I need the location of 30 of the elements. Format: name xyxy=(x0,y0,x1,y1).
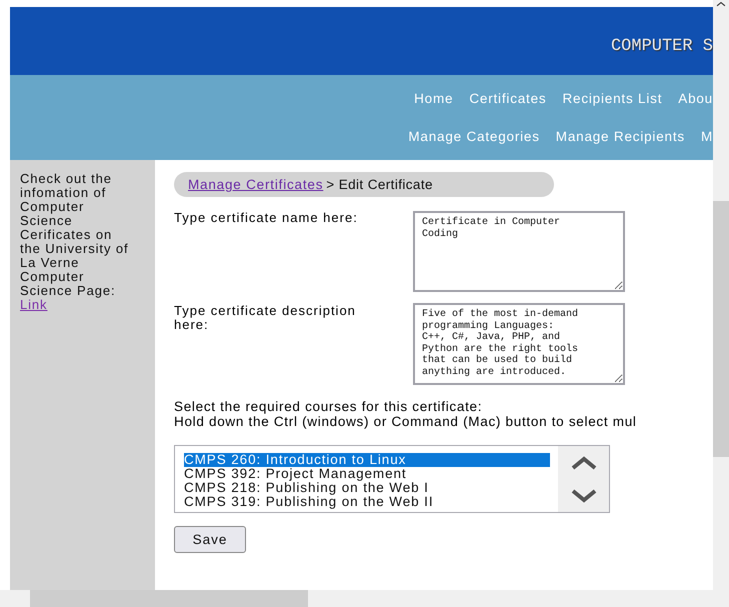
vertical-scrollbar[interactable] xyxy=(713,0,729,590)
scroll-up-icon[interactable] xyxy=(716,0,726,8)
course-list[interactable]: CMPS 260: Introduction to Linux CMPS 392: Project Management CMPS 218: Publishing on the Web I CMPS 319: Publishing on the Web II xyxy=(174,445,610,513)
text-area[interactable]: Certificate in Computer Coding xyxy=(413,211,625,292)
site-title: COMPUTER S xyxy=(610,36,713,56)
nav-link[interactable]: Home xyxy=(414,90,454,106)
nav-link[interactable]: M xyxy=(700,129,713,144)
course-option[interactable]: CMPS 392: Project Management xyxy=(184,467,550,481)
field-label: Type certificate name here: xyxy=(174,211,359,227)
horizontal-scrollbar[interactable] xyxy=(0,590,729,607)
save-button[interactable]: Save xyxy=(174,526,246,553)
sidebar-text: Check out the infomation of Computer Science Cerificates on the University of La Verne Computer Science Page: Link xyxy=(20,172,130,312)
course-option[interactable]: CMPS 319: Publishing on the Web II xyxy=(184,495,550,509)
link[interactable]: Link xyxy=(20,297,48,312)
text-area[interactable]: Five of the most in-demand programming Languages: C++, C#, Java, PHP, and Python are the right tools that can be used to build anything are introduced. xyxy=(413,303,625,385)
nav-link[interactable]: Abou xyxy=(678,90,713,106)
instruction-text: Select the required courses for this certificate: Hold down the Ctrl (windows) or Command (Mac) button to select mul xyxy=(174,399,638,429)
scrollbar-thumb[interactable] xyxy=(30,590,308,607)
scrollbar-thumb[interactable] xyxy=(713,201,729,457)
field-label: Type certificate description here: xyxy=(174,303,357,334)
nav-link[interactable]: Certificates xyxy=(469,90,546,106)
breadcrumb-current: > Edit Certificate xyxy=(326,177,433,192)
nav-link[interactable]: Recipients List xyxy=(562,90,662,106)
breadcrumb-link[interactable]: Manage Certificates xyxy=(188,177,324,192)
scroll-up-icon[interactable] xyxy=(570,454,598,470)
nav-link[interactable]: Manage Categories xyxy=(408,129,540,144)
course-option[interactable]: CMPS 218: Publishing on the Web I xyxy=(184,481,550,495)
scroll-down-icon[interactable] xyxy=(570,488,598,504)
nav-link[interactable]: Manage Recipients xyxy=(556,129,685,144)
course-option[interactable]: CMPS 260: Introduction to Linux xyxy=(184,453,550,467)
